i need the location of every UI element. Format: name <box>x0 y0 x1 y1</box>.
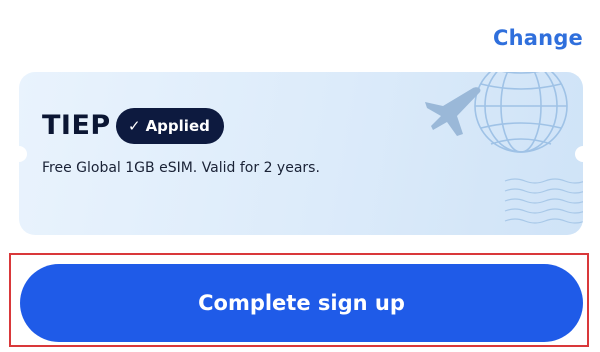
promo-page: Change TIEP ✓ Applied Free Global 1GB eS… <box>0 0 600 352</box>
complete-sign-up-button[interactable]: Complete sign up <box>20 264 583 342</box>
applied-badge-label: Applied <box>145 117 210 135</box>
check-icon: ✓ <box>128 117 141 135</box>
promo-card: TIEP ✓ Applied Free Global 1GB eSIM. Val… <box>19 72 583 235</box>
ticket-notch-left <box>19 146 27 162</box>
promo-description: Free Global 1GB eSIM. Valid for 2 years. <box>42 160 320 176</box>
waves-decoration <box>504 178 583 224</box>
promo-code: TIEP <box>42 110 111 141</box>
airplane-icon <box>425 87 481 136</box>
change-link[interactable]: Change <box>493 26 583 50</box>
applied-badge: ✓ Applied <box>116 108 224 144</box>
globe-icon <box>474 72 568 153</box>
globe-airplane-illustration <box>425 72 568 153</box>
